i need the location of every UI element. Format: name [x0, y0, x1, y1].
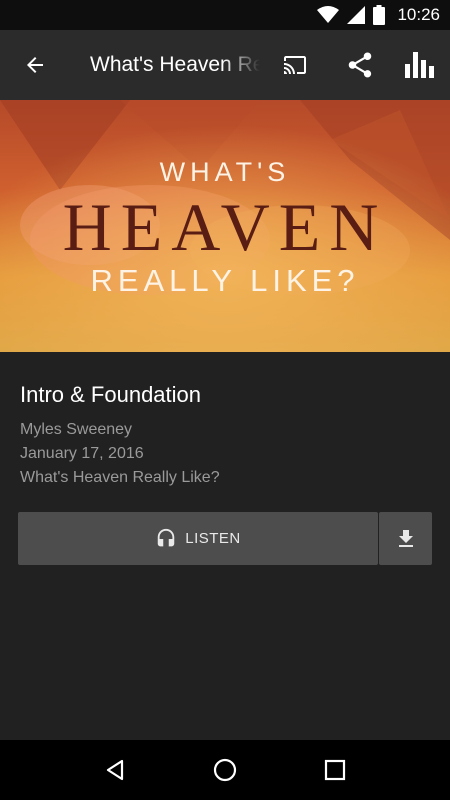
artwork-title-line-3: REALLY LIKE? [90, 263, 360, 298]
cast-button[interactable] [267, 30, 323, 100]
cell-signal-icon [347, 6, 366, 24]
battery-icon [373, 5, 386, 25]
series-artwork: WHAT'S HEAVEN REALLY LIKE? [0, 100, 450, 352]
bar-chart-icon [405, 52, 434, 78]
stats-button[interactable] [392, 30, 448, 100]
recents-square-icon [324, 759, 346, 781]
listen-label: LISTEN [185, 530, 241, 547]
listen-button[interactable]: LISTEN [18, 512, 378, 565]
toolbar-title: What's Heaven Really Like? [90, 53, 260, 76]
share-icon [348, 52, 372, 78]
download-icon [398, 529, 413, 547]
nav-home-button[interactable] [200, 745, 250, 795]
wifi-icon [317, 6, 340, 23]
cast-icon [284, 56, 306, 74]
download-button[interactable] [379, 512, 432, 565]
artwork-title-line-1: WHAT'S [159, 157, 291, 187]
headphones-icon [157, 528, 175, 546]
status-time: 10:26 [397, 5, 440, 24]
status-bar: 10:26 [0, 0, 450, 30]
episode-series: What's Heaven Really Like? [20, 469, 220, 486]
nav-back-button[interactable] [90, 745, 140, 795]
system-nav-bar [0, 740, 450, 800]
back-button[interactable] [0, 30, 70, 100]
episode-date: January 17, 2016 [20, 445, 144, 462]
share-button[interactable] [332, 30, 388, 100]
app-toolbar: What's Heaven Really Like? [0, 30, 450, 100]
episode-title: Intro & Foundation [20, 382, 202, 407]
artwork-title-line-2: HEAVEN [62, 189, 388, 265]
home-circle-icon [213, 758, 237, 782]
back-arrow-icon [27, 57, 43, 73]
episode-speaker: Myles Sweeney [20, 421, 133, 438]
nav-recents-button[interactable] [310, 745, 360, 795]
back-triangle-icon [106, 759, 124, 781]
